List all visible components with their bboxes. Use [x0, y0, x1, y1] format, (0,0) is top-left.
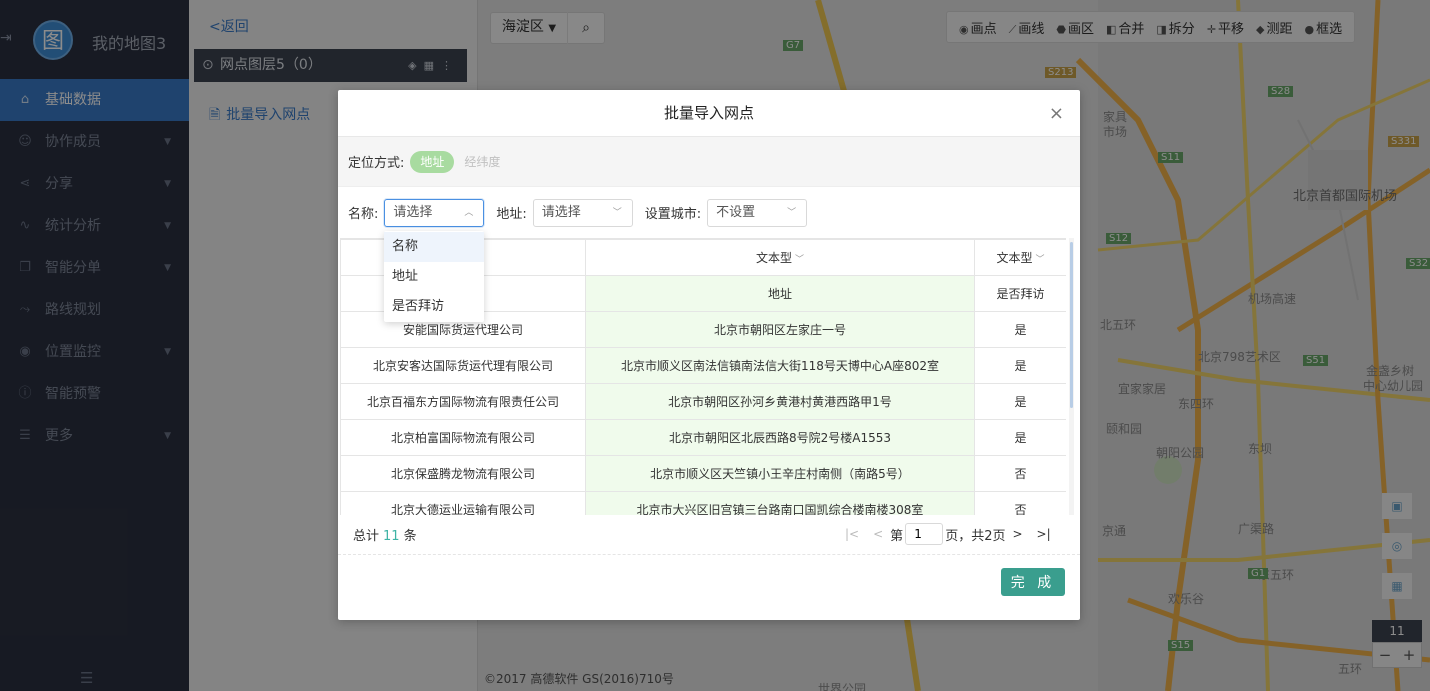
column-type-label: 文本型: [996, 251, 1033, 265]
name-select-dropdown: 名称 地址 是否拜访: [384, 231, 484, 322]
table-cell: 北京市大兴区旧宫镇三台路南口国凯综合楼南楼308室: [585, 491, 975, 515]
page-suffix: 页，共2页: [945, 528, 1006, 544]
table-cell: 北京市朝阳区孙河乡黄港村黄港西路甲1号: [585, 383, 975, 420]
dialog-header: 批量导入网点 ×: [338, 90, 1080, 137]
address-select[interactable]: 请选择 ﹀: [532, 198, 633, 227]
city-select[interactable]: 不设置 ﹀: [707, 198, 808, 227]
table-cell: 北京市朝阳区北辰西路8号院2号楼A1553: [585, 419, 975, 456]
table-cell: 是: [974, 311, 1066, 348]
last-page-icon[interactable]: >|: [1037, 527, 1051, 541]
address-select-value: 请选择: [541, 204, 581, 220]
chevron-down-icon: ﹀: [795, 255, 805, 265]
pagination: |< < 第 页，共2页 > >|: [838, 523, 1058, 545]
name-field-label: 名称:: [348, 207, 379, 222]
page-number-input[interactable]: [905, 523, 944, 545]
close-icon[interactable]: ×: [1049, 90, 1064, 137]
column-type-header[interactable]: 文本型 ﹀: [585, 239, 975, 276]
dropdown-option-name[interactable]: 名称: [384, 232, 484, 262]
location-method-label: 定位方式:: [348, 156, 405, 171]
column-type-header[interactable]: 文本型 ﹀: [974, 239, 1066, 276]
location-method-row: 定位方式: 地址 经纬度: [338, 137, 1080, 187]
table-cell: 北京柏富国际物流有限公司: [340, 419, 586, 456]
table-row: 北京柏富国际物流有限公司 北京市朝阳区北辰西路8号院2号楼A1553 是: [340, 419, 1066, 456]
column-type-label: 文本型: [755, 251, 792, 265]
table-cell: 是: [974, 347, 1066, 384]
total-prefix: 总计: [353, 529, 380, 544]
table-row: 北京保盛腾龙物流有限公司 北京市顺义区天竺镇小王辛庄村南侧（南路5号） 否: [340, 455, 1066, 492]
address-field-label: 地址:: [496, 207, 527, 222]
table-cell: 北京市顺义区天竺镇小王辛庄村南侧（南路5号）: [585, 455, 975, 492]
table-row: 北京大德运业运输有限公司 北京市大兴区旧宫镇三台路南口国凯综合楼南楼308室 否: [340, 491, 1066, 515]
chevron-up-icon: ︿: [464, 207, 474, 218]
city-field-label: 设置城市:: [644, 207, 702, 222]
total-suffix: 条: [403, 529, 417, 544]
done-button[interactable]: 完 成: [1001, 568, 1065, 596]
table-cell: 否: [974, 491, 1066, 515]
batch-import-dialog: 批量导入网点 × 定位方式: 地址 经纬度 名称: 请选择 ︿ 地址: 请选择 …: [338, 90, 1080, 620]
table-cell: 北京保盛腾龙物流有限公司: [340, 455, 586, 492]
first-page-icon[interactable]: |<: [845, 527, 859, 541]
table-footer: 总计11条 |< < 第 页，共2页 > >|: [338, 515, 1080, 555]
dropdown-option-address[interactable]: 地址: [384, 262, 484, 292]
name-select[interactable]: 请选择 ︿: [384, 198, 485, 227]
table-cell: 北京百福东方国际物流有限责任公司: [340, 383, 586, 420]
chevron-down-icon: ﹀: [787, 207, 797, 218]
table-cell: 北京市顺义区南法信镇南法信大街118号天博中心A座802室: [585, 347, 975, 384]
prev-page-icon[interactable]: <: [873, 527, 883, 541]
table-cell: 北京安客达国际货运代理有限公司: [340, 347, 586, 384]
name-select-value: 请选择: [393, 204, 433, 220]
table-cell: 是否拜访: [974, 275, 1066, 312]
city-select-value: 不设置: [716, 204, 756, 220]
dropdown-option-visited[interactable]: 是否拜访: [384, 292, 484, 322]
table-cell: 是: [974, 383, 1066, 420]
table-cell: 北京大德运业运输有限公司: [340, 491, 586, 515]
scrollbar-thumb[interactable]: [1070, 242, 1073, 408]
table-row: 北京百福东方国际物流有限责任公司 北京市朝阳区孙河乡黄港村黄港西路甲1号 是: [340, 383, 1066, 420]
table-cell: 北京市朝阳区左家庄一号: [585, 311, 975, 348]
total-count: 总计 11 条: [353, 525, 417, 544]
next-page-icon[interactable]: >: [1012, 527, 1022, 541]
chevron-down-icon: ﹀: [1035, 255, 1045, 265]
table-cell: 否: [974, 455, 1066, 492]
table-cell: 是: [974, 419, 1066, 456]
page-prefix: 第: [890, 528, 904, 544]
location-option-latlng[interactable]: 经纬度: [464, 153, 500, 170]
chevron-down-icon: ﹀: [612, 207, 622, 218]
dialog-title: 批量导入网点: [663, 104, 754, 122]
location-option-address[interactable]: 地址: [410, 150, 455, 173]
table-cell: 地址: [585, 275, 975, 312]
total-number: 11: [383, 529, 400, 544]
table-row: 北京安客达国际货运代理有限公司 北京市顺义区南法信镇南法信大街118号天博中心A…: [340, 347, 1066, 384]
